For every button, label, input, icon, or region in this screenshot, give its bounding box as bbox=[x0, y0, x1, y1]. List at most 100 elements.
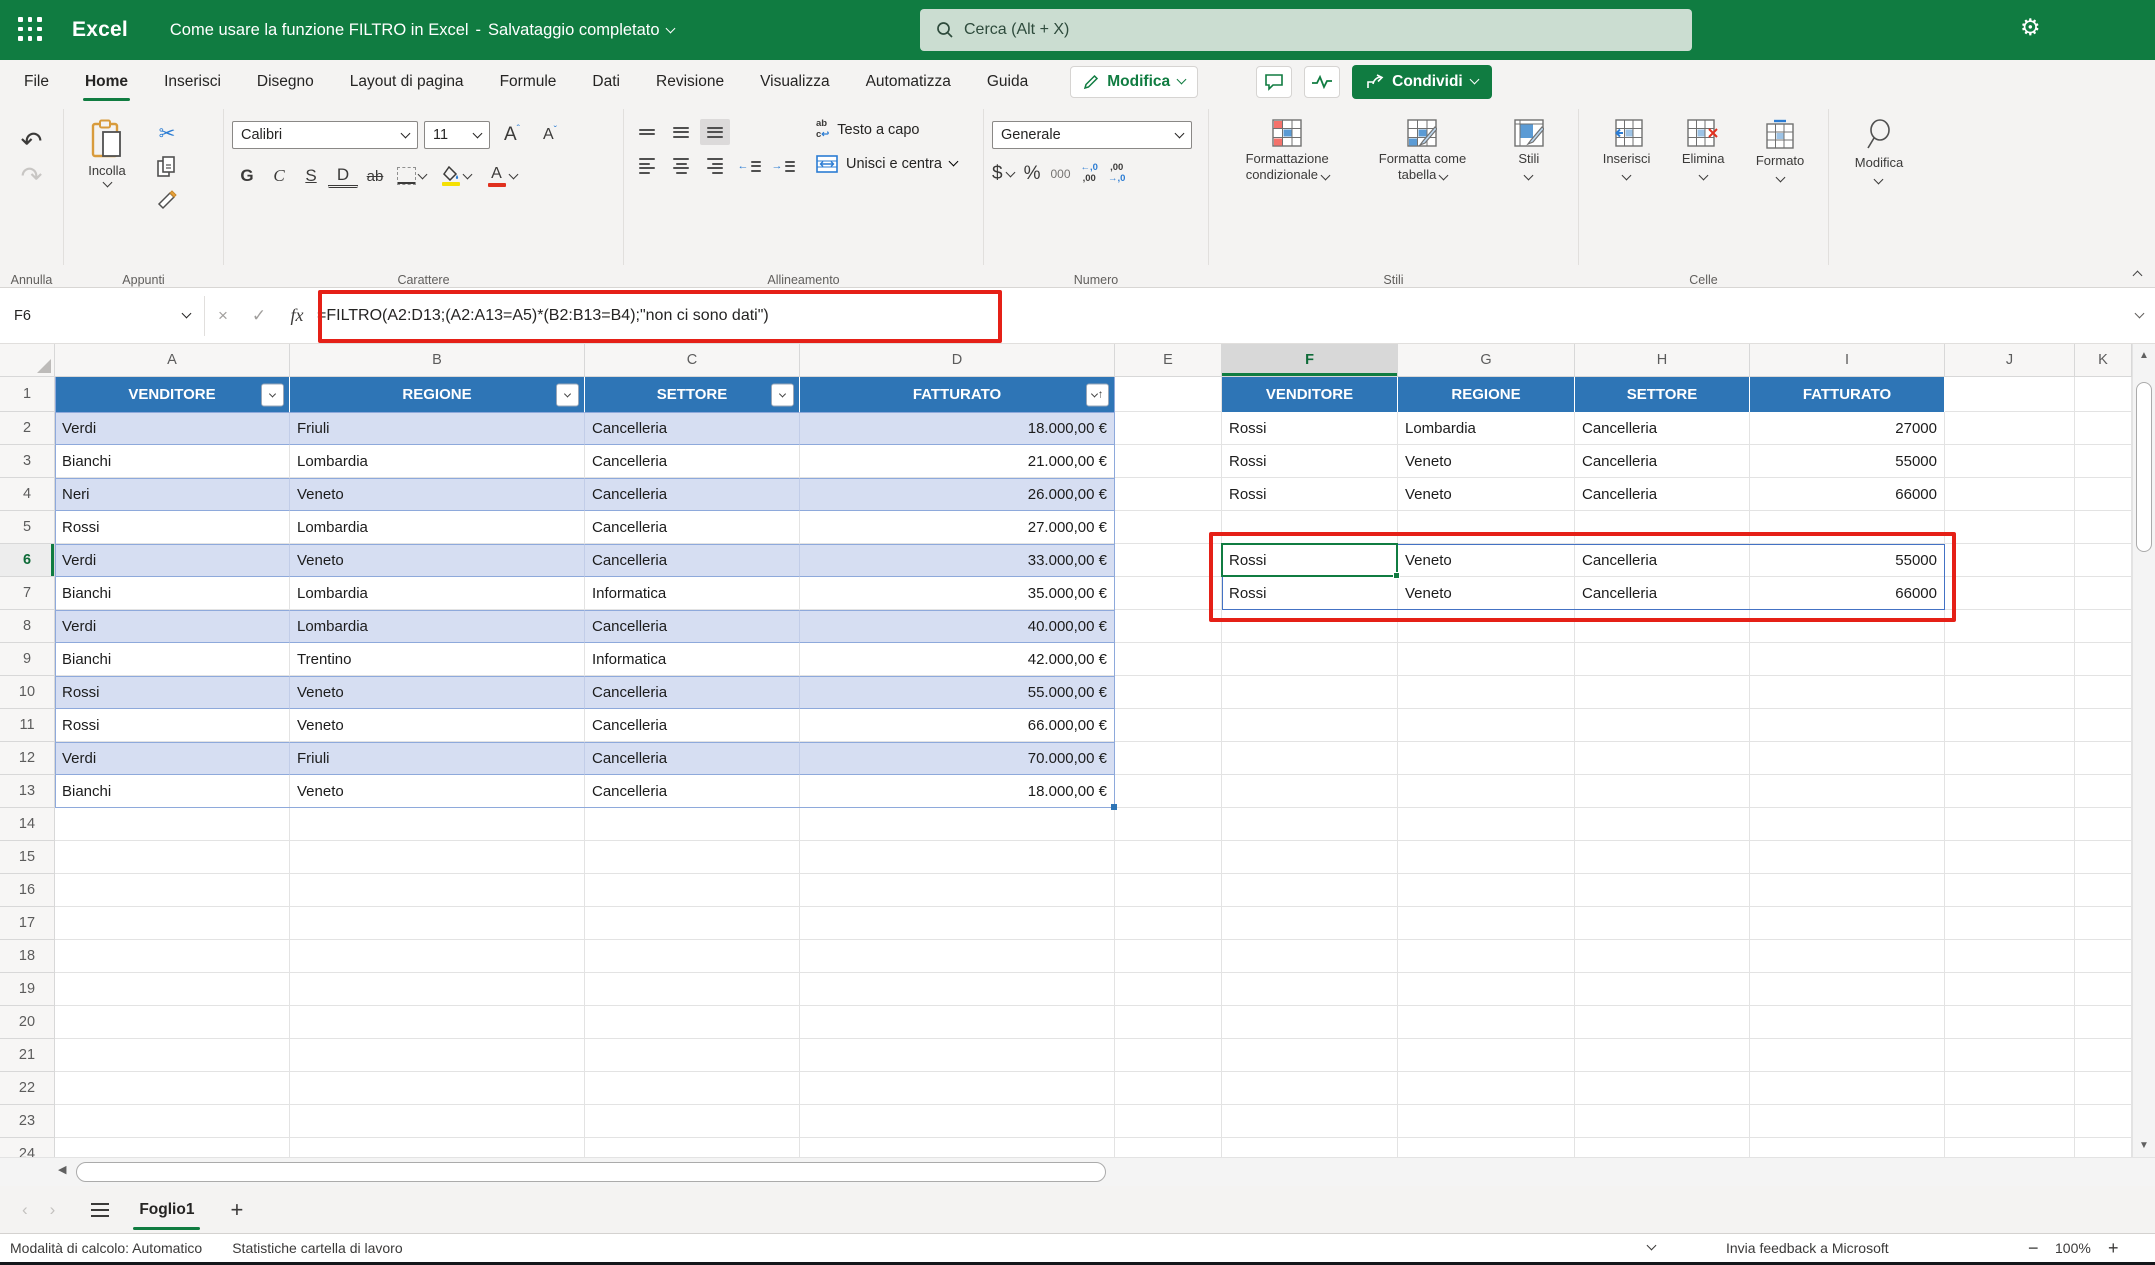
cell-K18[interactable] bbox=[2075, 940, 2132, 973]
cell-D22[interactable] bbox=[800, 1072, 1115, 1105]
cell-C4[interactable]: Cancelleria bbox=[585, 478, 800, 511]
cell-D23[interactable] bbox=[800, 1105, 1115, 1138]
horizontal-scrollbar[interactable]: ◀ bbox=[0, 1157, 2155, 1186]
cell-E21[interactable] bbox=[1115, 1039, 1222, 1072]
cell-K2[interactable] bbox=[2075, 412, 2132, 445]
cell-E22[interactable] bbox=[1115, 1072, 1222, 1105]
formattazione-condizionale-button[interactable]: Formattazionecondizionale bbox=[1223, 113, 1351, 184]
cell-G17[interactable] bbox=[1398, 907, 1575, 940]
cell-D17[interactable] bbox=[800, 907, 1115, 940]
row-header-13[interactable]: 13 bbox=[0, 775, 55, 808]
cell-F19[interactable] bbox=[1222, 973, 1398, 1006]
cell-G21[interactable] bbox=[1398, 1039, 1575, 1072]
add-sheet-button[interactable]: + bbox=[230, 1197, 243, 1223]
cell-G3[interactable]: Veneto bbox=[1398, 445, 1575, 478]
cell-C11[interactable]: Cancelleria bbox=[585, 709, 800, 742]
align-bottom-button[interactable] bbox=[700, 119, 730, 145]
cell-J12[interactable] bbox=[1945, 742, 2075, 775]
cell-B6[interactable]: Veneto bbox=[290, 544, 585, 577]
cell-D2[interactable]: 18.000,00 € bbox=[800, 412, 1115, 445]
cell-H13[interactable] bbox=[1575, 775, 1750, 808]
cell-B7[interactable]: Lombardia bbox=[290, 577, 585, 610]
column-header-A[interactable]: A bbox=[55, 344, 290, 377]
row-header-20[interactable]: 20 bbox=[0, 1006, 55, 1039]
cell-D6[interactable]: 33.000,00 € bbox=[800, 544, 1115, 577]
cell-F23[interactable] bbox=[1222, 1105, 1398, 1138]
cell-H23[interactable] bbox=[1575, 1105, 1750, 1138]
cell-H9[interactable] bbox=[1575, 643, 1750, 676]
cell-J19[interactable] bbox=[1945, 973, 2075, 1006]
cell-C8[interactable]: Cancelleria bbox=[585, 610, 800, 643]
cell-J23[interactable] bbox=[1945, 1105, 2075, 1138]
underline-button[interactable]: S bbox=[296, 162, 326, 190]
cell-A24[interactable] bbox=[55, 1138, 290, 1157]
cell-K8[interactable] bbox=[2075, 610, 2132, 643]
cell-B17[interactable] bbox=[290, 907, 585, 940]
cell-C10[interactable]: Cancelleria bbox=[585, 676, 800, 709]
cell-E8[interactable] bbox=[1115, 610, 1222, 643]
cell-F21[interactable] bbox=[1222, 1039, 1398, 1072]
cell-G8[interactable] bbox=[1398, 610, 1575, 643]
cell-H11[interactable] bbox=[1575, 709, 1750, 742]
cell-A15[interactable] bbox=[55, 841, 290, 874]
column-header-J[interactable]: J bbox=[1945, 344, 2075, 377]
cell-D21[interactable] bbox=[800, 1039, 1115, 1072]
italic-button[interactable]: C bbox=[264, 162, 294, 190]
column-header-B[interactable]: B bbox=[290, 344, 585, 377]
cell-C9[interactable]: Informatica bbox=[585, 643, 800, 676]
scroll-left-icon[interactable]: ◀ bbox=[58, 1163, 66, 1176]
filter-button-settore[interactable] bbox=[771, 383, 794, 406]
cell-F5[interactable] bbox=[1222, 511, 1398, 544]
row-header-17[interactable]: 17 bbox=[0, 907, 55, 940]
cell-I14[interactable] bbox=[1750, 808, 1945, 841]
cell-K23[interactable] bbox=[2075, 1105, 2132, 1138]
horizontal-scrollbar-thumb[interactable] bbox=[76, 1162, 1106, 1182]
cell-C7[interactable]: Informatica bbox=[585, 577, 800, 610]
cell-C2[interactable]: Cancelleria bbox=[585, 412, 800, 445]
cut-scissors-button[interactable]: ✂ bbox=[156, 121, 178, 146]
row-header-4[interactable]: 4 bbox=[0, 478, 55, 511]
cell-C17[interactable] bbox=[585, 907, 800, 940]
cell-J14[interactable] bbox=[1945, 808, 2075, 841]
tab-dati[interactable]: Dati bbox=[588, 60, 624, 103]
activity-button[interactable] bbox=[1304, 66, 1340, 98]
align-middle-button[interactable] bbox=[666, 119, 696, 145]
cell-A6[interactable]: Verdi bbox=[55, 544, 290, 577]
cell-A14[interactable] bbox=[55, 808, 290, 841]
search-box[interactable] bbox=[920, 9, 1692, 51]
cell-J6[interactable] bbox=[1945, 544, 2075, 577]
cell-E17[interactable] bbox=[1115, 907, 1222, 940]
cell-I12[interactable] bbox=[1750, 742, 1945, 775]
left-table-header-regione[interactable]: REGIONE bbox=[290, 377, 585, 412]
cell-D5[interactable]: 27.000,00 € bbox=[800, 511, 1115, 544]
cell-H10[interactable] bbox=[1575, 676, 1750, 709]
settings-gear-icon[interactable]: ⚙ bbox=[2020, 14, 2041, 41]
cell-F2[interactable]: Rossi bbox=[1222, 412, 1398, 445]
cell-F7[interactable]: Rossi bbox=[1222, 577, 1398, 610]
cell-K20[interactable] bbox=[2075, 1006, 2132, 1039]
cell-E18[interactable] bbox=[1115, 940, 1222, 973]
cell-D13[interactable]: 18.000,00 € bbox=[800, 775, 1115, 808]
cell-H20[interactable] bbox=[1575, 1006, 1750, 1039]
row-header-2[interactable]: 2 bbox=[0, 412, 55, 445]
cell-J17[interactable] bbox=[1945, 907, 2075, 940]
cell-G15[interactable] bbox=[1398, 841, 1575, 874]
modifica-find-button[interactable]: Modifica bbox=[1837, 113, 1921, 188]
row-header-18[interactable]: 18 bbox=[0, 940, 55, 973]
left-table-header-venditore[interactable]: VENDITORE bbox=[55, 377, 290, 412]
cell-A22[interactable] bbox=[55, 1072, 290, 1105]
cell-F17[interactable] bbox=[1222, 907, 1398, 940]
scroll-down-icon[interactable]: ▼ bbox=[2133, 1140, 2155, 1151]
cell-D12[interactable]: 70.000,00 € bbox=[800, 742, 1115, 775]
column-header-K[interactable]: K bbox=[2075, 344, 2132, 377]
cell-D4[interactable]: 26.000,00 € bbox=[800, 478, 1115, 511]
tab-layout-di-pagina[interactable]: Layout di pagina bbox=[346, 60, 468, 103]
cell-H15[interactable] bbox=[1575, 841, 1750, 874]
copy-button[interactable] bbox=[156, 156, 178, 178]
spill-source-table-header-regione[interactable]: REGIONE bbox=[1398, 377, 1575, 412]
cell-K14[interactable] bbox=[2075, 808, 2132, 841]
cell-I15[interactable] bbox=[1750, 841, 1945, 874]
cell-H4[interactable]: Cancelleria bbox=[1575, 478, 1750, 511]
filter-button-regione[interactable] bbox=[556, 383, 579, 406]
row-header-15[interactable]: 15 bbox=[0, 841, 55, 874]
